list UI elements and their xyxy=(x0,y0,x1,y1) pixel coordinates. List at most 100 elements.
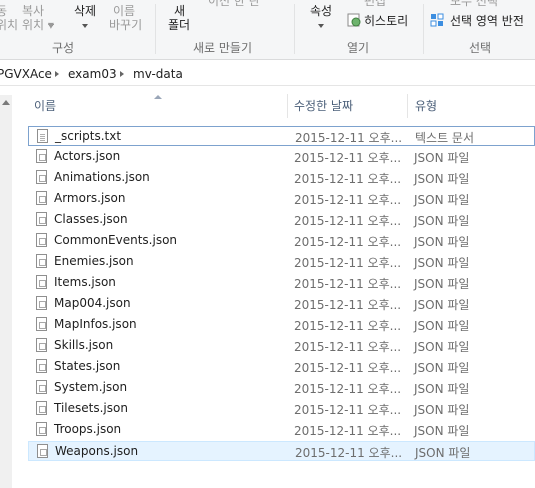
copy-to-button[interactable]: 복사 xyxy=(22,4,44,18)
file-row[interactable]: Tilesets.json 2015-12-11 오후... JSON 파일 xyxy=(28,399,535,419)
invert-selection-icon xyxy=(430,13,444,27)
file-row[interactable]: Animations.json 2015-12-11 오후... JSON 파일 xyxy=(28,168,535,188)
file-modified-date: 2015-12-11 오후... xyxy=(294,256,402,270)
json-file-icon xyxy=(36,317,47,331)
json-file-icon xyxy=(36,170,47,184)
file-row[interactable]: Weapons.json 2015-12-11 오후... JSON 파일 xyxy=(28,441,535,461)
file-row[interactable]: Armors.json 2015-12-11 오후... JSON 파일 xyxy=(28,189,535,209)
file-row[interactable]: _scripts.txt 2015-12-11 오후... 텍스트 문서 xyxy=(28,126,535,146)
address-bar[interactable]: PGVXAce exam03 mv-data xyxy=(0,63,535,86)
file-row[interactable]: MapInfos.json 2015-12-11 오후... JSON 파일 xyxy=(28,315,535,335)
new-folder-button-sublabel[interactable]: 폴더 xyxy=(168,18,190,32)
file-name: Skills.json xyxy=(54,338,114,352)
ribbon: 동 위치 복사 위치 ▾ 삭제 이름 바꾸기 구성 새 폴더 이전 한 란 새로… xyxy=(0,0,535,60)
file-name: Troops.json xyxy=(54,422,122,436)
scroll-up-arrow-icon[interactable] xyxy=(2,100,10,105)
group-label-select: 선택 xyxy=(469,41,492,55)
group-label-open: 열기 xyxy=(347,41,370,55)
properties-dropdown-icon[interactable] xyxy=(318,24,324,28)
file-type: JSON 파일 xyxy=(414,256,470,270)
file-modified-date: 2015-12-11 오후... xyxy=(294,151,402,165)
breadcrumb-item[interactable]: PGVXAce xyxy=(0,67,52,81)
json-file-icon xyxy=(36,254,47,268)
file-type: JSON 파일 xyxy=(414,424,470,438)
file-name: System.json xyxy=(54,380,128,394)
move-to-button-sublabel[interactable]: 위치 xyxy=(0,18,18,32)
file-type: JSON 파일 xyxy=(414,319,470,333)
file-name: Enemies.json xyxy=(54,254,134,268)
file-name: Tilesets.json xyxy=(54,401,128,415)
ribbon-divider xyxy=(423,4,424,54)
move-to-button-label[interactable]: 동 xyxy=(0,4,7,18)
delete-dropdown-icon[interactable] xyxy=(82,24,88,28)
file-type: JSON 파일 xyxy=(414,214,470,228)
history-button[interactable]: 히스토리 xyxy=(364,14,408,28)
file-type: JSON 파일 xyxy=(414,382,470,396)
select-all-button[interactable]: 모두 선택 xyxy=(450,0,498,8)
file-modified-date: 2015-12-11 오후... xyxy=(294,424,402,438)
file-type: JSON 파일 xyxy=(414,361,470,375)
json-file-icon xyxy=(36,191,47,205)
file-name: Map004.json xyxy=(54,296,131,310)
file-name: Classes.json xyxy=(54,212,128,226)
file-modified-date: 2015-12-11 오후... xyxy=(294,382,402,396)
file-row[interactable]: States.json 2015-12-11 오후... JSON 파일 xyxy=(28,357,535,377)
json-file-icon xyxy=(36,338,47,352)
file-row[interactable]: Enemies.json 2015-12-11 오후... JSON 파일 xyxy=(28,252,535,272)
json-file-icon xyxy=(36,296,47,310)
file-name: MapInfos.json xyxy=(54,317,137,331)
json-file-icon xyxy=(36,359,47,373)
new-folder-button[interactable]: 새 xyxy=(174,4,185,18)
properties-button[interactable]: 속성 xyxy=(310,4,332,18)
ribbon-divider xyxy=(155,4,156,54)
json-file-icon xyxy=(37,444,48,458)
file-row[interactable]: Skills.json 2015-12-11 오후... JSON 파일 xyxy=(28,336,535,356)
group-label-new: 새로 만들기 xyxy=(193,41,253,55)
file-type: JSON 파일 xyxy=(414,277,470,291)
nav-pane-scrollbar[interactable] xyxy=(0,95,12,488)
file-modified-date: 2015-12-11 오후... xyxy=(294,235,402,249)
file-type: JSON 파일 xyxy=(414,235,470,249)
file-row[interactable]: System.json 2015-12-11 오후... JSON 파일 xyxy=(28,378,535,398)
file-name: Items.json xyxy=(54,275,116,289)
easy-access-button[interactable]: 이전 한 란 xyxy=(208,0,260,8)
file-name: Weapons.json xyxy=(55,444,139,458)
file-modified-date: 2015-12-11 오후... xyxy=(294,214,402,228)
file-modified-date: 2015-12-11 오후... xyxy=(295,446,403,460)
edit-button[interactable]: 편집 xyxy=(364,0,386,8)
sort-ascending-icon xyxy=(154,95,162,99)
file-modified-date: 2015-12-11 오후... xyxy=(295,131,403,145)
file-type: JSON 파일 xyxy=(414,298,470,312)
file-row[interactable]: Map004.json 2015-12-11 오후... JSON 파일 xyxy=(28,294,535,314)
column-header-type[interactable]: 유형 xyxy=(415,97,437,114)
breadcrumb-separator-icon[interactable] xyxy=(120,71,124,77)
file-name: CommonEvents.json xyxy=(54,233,178,247)
file-modified-date: 2015-12-11 오후... xyxy=(294,319,402,333)
file-row[interactable]: Troops.json 2015-12-11 오후... JSON 파일 xyxy=(28,420,535,440)
file-modified-date: 2015-12-11 오후... xyxy=(294,193,402,207)
delete-button[interactable]: 삭제 xyxy=(74,4,96,18)
json-file-icon xyxy=(36,233,47,247)
ribbon-divider xyxy=(294,4,295,54)
column-divider[interactable] xyxy=(287,94,288,118)
file-row[interactable]: Classes.json 2015-12-11 오후... JSON 파일 xyxy=(28,210,535,230)
file-modified-date: 2015-12-11 오후... xyxy=(294,361,402,375)
json-file-icon xyxy=(36,380,47,394)
column-divider[interactable] xyxy=(407,94,408,118)
column-header-modified[interactable]: 수정한 날짜 xyxy=(294,97,353,114)
rename-button-sublabel[interactable]: 바꾸기 xyxy=(109,18,142,32)
breadcrumb-separator-icon[interactable] xyxy=(55,71,59,77)
file-name: _scripts.txt xyxy=(55,129,122,143)
file-modified-date: 2015-12-11 오후... xyxy=(294,403,402,417)
file-type: JSON 파일 xyxy=(414,193,470,207)
invert-selection-button[interactable]: 선택 영역 반전 xyxy=(450,14,524,28)
history-icon xyxy=(347,13,361,27)
column-header-name[interactable]: 이름 xyxy=(34,97,56,114)
breadcrumb-item[interactable]: mv-data xyxy=(133,67,183,81)
rename-button[interactable]: 이름 xyxy=(113,4,135,18)
file-row[interactable]: CommonEvents.json 2015-12-11 오후... JSON 파일 xyxy=(28,231,535,251)
file-row[interactable]: Items.json 2015-12-11 오후... JSON 파일 xyxy=(28,273,535,293)
breadcrumb-item[interactable]: exam03 xyxy=(68,67,117,81)
file-row[interactable]: Actors.json 2015-12-11 오후... JSON 파일 xyxy=(28,147,535,167)
copy-to-button-sublabel[interactable]: 위치 ▾ xyxy=(22,18,54,32)
